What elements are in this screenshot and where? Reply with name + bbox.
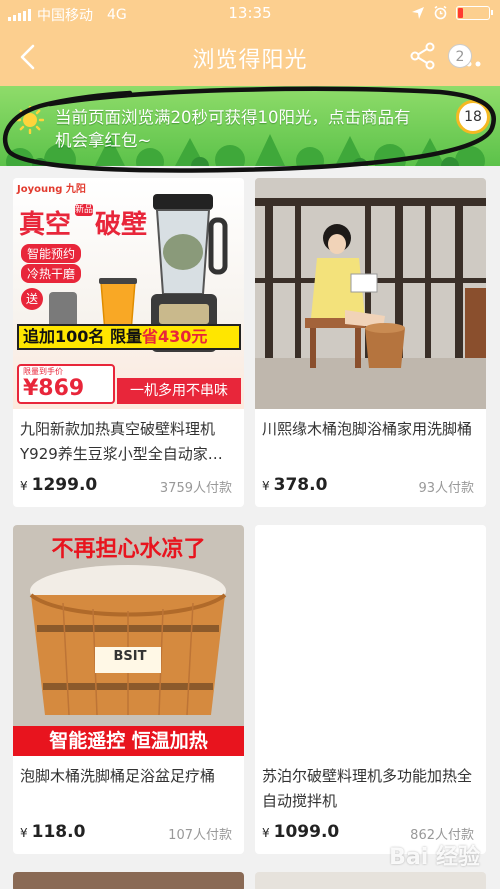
sold-count: 93人付款 <box>418 481 474 496</box>
price-value: 1299.0 <box>31 475 98 495</box>
wooden-bucket-illustration <box>29 565 227 716</box>
sold-count: 3759人付款 <box>159 481 232 496</box>
product-card[interactable]: 不再担心水凉了 BSIT 智能遥控 恒温加热 泡脚木桶洗脚桶足浴盆足疗桶 ¥11… <box>13 525 244 854</box>
product-title: 苏泊尔破壁料理机多功能加热全自动搅拌机 <box>262 767 473 810</box>
currency-symbol: ¥ <box>20 479 28 493</box>
gift-badge: 送 <box>21 288 43 310</box>
notification-badge: 2 <box>448 44 472 68</box>
product-title: 川熙缘木桶泡脚浴桶家用洗脚桶 <box>262 420 473 438</box>
sold-count: 107人付款 <box>168 828 232 843</box>
product-card[interactable]: 川熙缘木桶泡脚浴桶家用洗脚桶 ¥378.0 93人付款 <box>255 178 486 507</box>
price-value: 378.0 <box>273 475 328 495</box>
product-card-partial[interactable] <box>255 872 486 889</box>
product-meta: ¥378.0 93人付款 <box>255 467 486 507</box>
footbath-photo-illustration <box>255 178 486 409</box>
banner-message: 当前页面浏览满20秒可获得10阳光，点击商品有机会拿红包~ <box>55 108 411 150</box>
battery-icon <box>456 5 493 20</box>
sun-icon <box>16 106 44 134</box>
sunshine-banner[interactable]: 当前页面浏览满20秒可获得10阳光，点击商品有机会拿红包~ <box>0 86 500 166</box>
limited-price-badge: 限量到手价 ¥869 <box>17 364 115 404</box>
location-icon <box>412 6 424 19</box>
product-card[interactable]: 苏泊尔破壁料理机多功能加热全自动搅拌机 ¥1099.0 862人付款 <box>255 525 486 854</box>
product-price: ¥118.0 <box>20 822 85 842</box>
product-image-placeholder <box>255 525 486 756</box>
status-right <box>411 5 493 20</box>
product-price: ¥1099.0 <box>262 822 339 842</box>
product-card[interactable]: Joyoung 九阳 真空 新品 破壁 智能预约 冷热干磨 送 追加100名 限… <box>13 178 244 507</box>
feature-tag-1: 智能预约 <box>21 244 82 263</box>
slogan-banner: 一机多用不串味 <box>117 378 241 404</box>
product-meta: ¥118.0 107人付款 <box>13 814 244 854</box>
price-value: 1099.0 <box>273 822 340 842</box>
promo-saving: 省430元 <box>141 327 208 346</box>
product-price: ¥378.0 <box>262 475 327 495</box>
currency-symbol: ¥ <box>262 479 270 493</box>
image-footer-banner: 智能遥控 恒温加热 <box>13 726 244 756</box>
currency-symbol: ¥ <box>20 826 28 840</box>
headline-tag: 新品 <box>75 204 94 216</box>
product-meta: ¥1299.0 3759人付款 <box>13 467 244 507</box>
product-image <box>255 178 486 409</box>
alarm-icon <box>434 5 447 20</box>
more-button[interactable]: 2 <box>448 44 486 74</box>
product-card-partial[interactable] <box>13 872 244 889</box>
product-image: Joyoung 九阳 真空 新品 破壁 智能预约 冷热干磨 送 追加100名 限… <box>13 178 244 409</box>
headline-a: 真空 <box>19 210 72 240</box>
countdown-timer: 18 <box>456 100 490 134</box>
product-title: 泡脚木桶洗脚桶足浴盆足疗桶 <box>20 767 216 785</box>
product-image: 不再担心水凉了 BSIT 智能遥控 恒温加热 <box>13 525 244 756</box>
brand-logo: Joyoung 九阳 <box>17 184 86 195</box>
watermark: Bai 经验 <box>389 845 480 870</box>
status-bar: 中国移动 4G 13:35 <box>0 0 500 28</box>
product-title: 九阳新款加热真空破壁料理机Y929养生豆浆小型全自动家… <box>20 420 223 463</box>
share-icon[interactable] <box>408 41 438 71</box>
nav-bar: 浏览得阳光 2 <box>0 28 500 86</box>
feature-tag-2: 冷热干磨 <box>21 264 82 283</box>
bucket-brand: BSIT <box>113 649 147 664</box>
limited-price-value: ¥869 <box>23 376 85 401</box>
promo-text: 追加100名 限量 <box>23 327 142 346</box>
product-price: ¥1299.0 <box>20 475 97 495</box>
promo-banner: 追加100名 限量省430元 <box>17 324 241 350</box>
currency-symbol: ¥ <box>262 826 270 840</box>
price-value: 118.0 <box>31 822 86 842</box>
